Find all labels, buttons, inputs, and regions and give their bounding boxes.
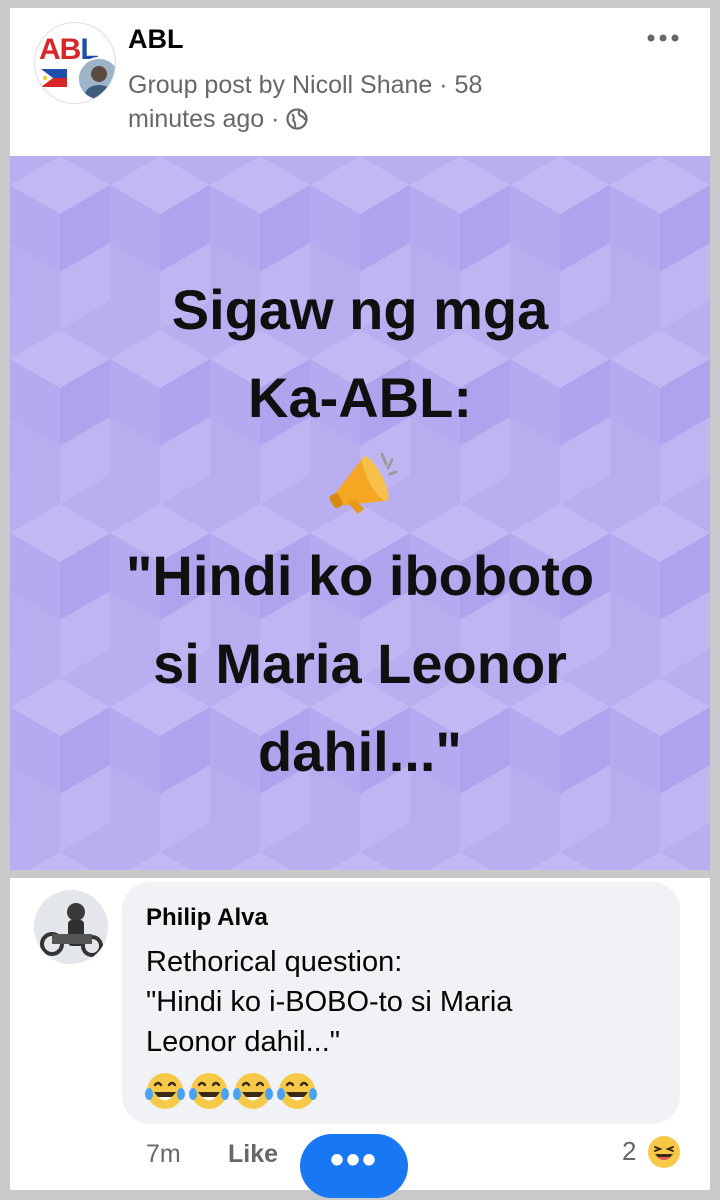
post-image[interactable]: Sigaw ng mga Ka-ABL: "Hindi ko iboboto s… (10, 156, 710, 870)
post-meta: Group post by Nicoll Shane · 58 minutes … (128, 68, 558, 136)
commenter-name[interactable]: Philip Alva (146, 904, 268, 932)
image-text-line: si Maria Leonor (153, 632, 567, 695)
post-header: ABL ABL Group post by Nicoll Shane · 58 … (10, 8, 710, 156)
image-text-line: Sigaw ng mga (171, 278, 549, 341)
globe-icon (286, 108, 309, 130)
comment-text-line: Rethorical question: (146, 946, 403, 978)
comment-text-line: "Hindi ko i-BOBO-to si Maria (146, 986, 513, 1018)
image-text-line: Ka-ABL: (248, 366, 472, 429)
flag-icon (41, 69, 67, 87)
comment-bubble[interactable]: Philip Alva Rethorical question: "Hindi … (122, 882, 680, 1124)
post-image-text: Sigaw ng mga Ka-ABL: "Hindi ko iboboto s… (10, 266, 710, 796)
comment-text-line: Leonor dahil..." (146, 1026, 341, 1058)
haha-reaction-icon[interactable] (646, 1134, 682, 1170)
image-text-line: "Hindi ko iboboto (125, 544, 595, 607)
reaction-count[interactable]: 2 (622, 1136, 636, 1167)
person-icon (79, 59, 115, 99)
group-name-link[interactable]: ABL (128, 24, 184, 55)
emoji-row (144, 1070, 320, 1117)
more-options-button[interactable] (646, 24, 680, 44)
laughing-tears-icon (145, 1073, 185, 1109)
laughing-tears-icon (277, 1073, 317, 1109)
group-avatar[interactable]: ABL (34, 22, 116, 104)
laughing-tears-icon (233, 1073, 273, 1109)
image-text-line: dahil..." (258, 720, 462, 783)
poster-avatar[interactable] (77, 57, 115, 101)
laughing-tears-icon (189, 1073, 229, 1109)
comment-area: Philip Alva Rethorical question: "Hindi … (10, 878, 710, 1198)
person-icon (34, 890, 108, 964)
commenter-avatar[interactable] (34, 890, 108, 964)
options-fab-button[interactable]: ••• (300, 1134, 408, 1198)
comment-text: Rethorical question: "Hindi ko i-BOBO-to… (146, 942, 666, 1062)
like-button[interactable]: Like (228, 1140, 278, 1169)
megaphone-icon (329, 452, 398, 514)
comment-timestamp[interactable]: 7m (146, 1140, 181, 1169)
options-fab-label: ••• (329, 1138, 378, 1182)
more-horizontal-icon (647, 34, 679, 42)
